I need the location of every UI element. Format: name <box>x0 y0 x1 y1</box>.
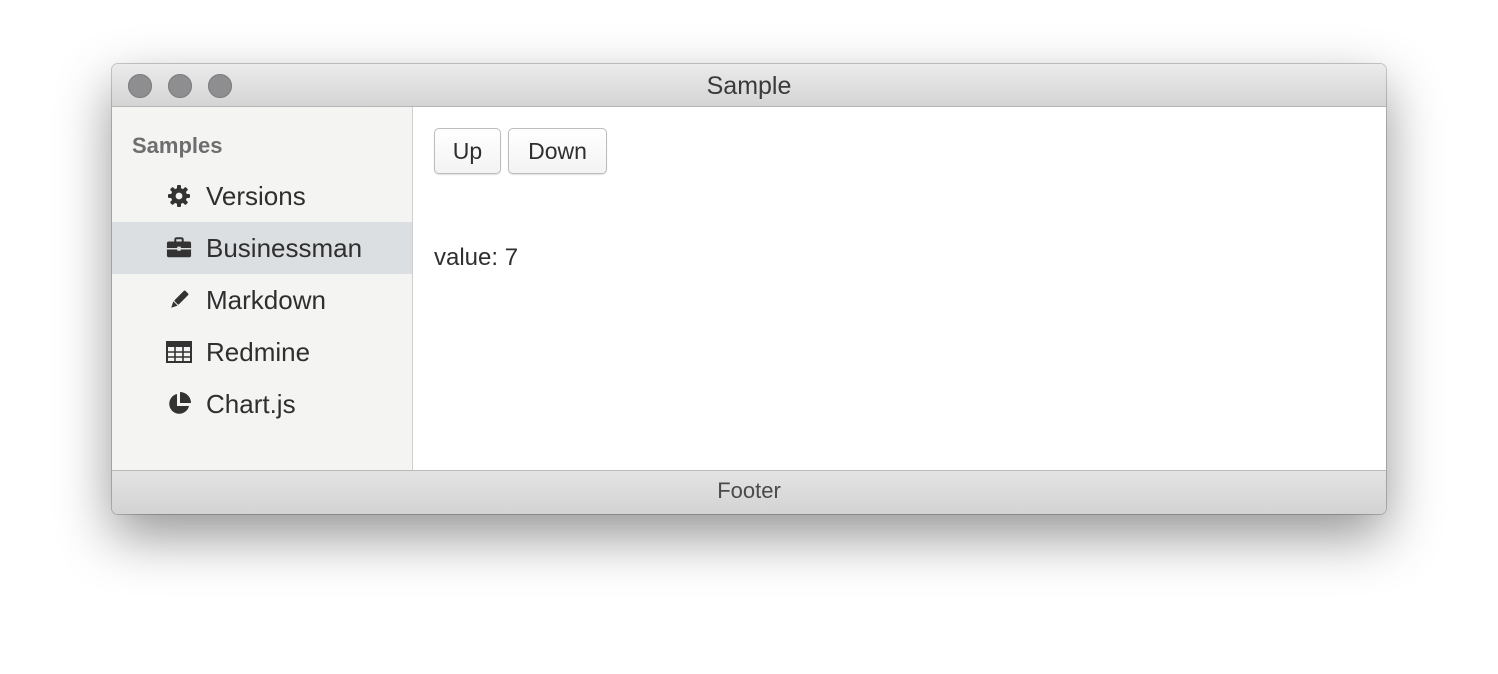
window-title: Sample <box>706 72 792 100</box>
sidebar-item-label: Versions <box>206 181 306 211</box>
sidebar-item-redmine[interactable]: Redmine <box>112 326 412 378</box>
down-button[interactable]: Down <box>508 128 607 174</box>
value-display: value: 7 <box>434 244 519 271</box>
sidebar-item-chartjs[interactable]: Chart.js <box>112 378 412 430</box>
pencil-icon <box>166 288 192 312</box>
sidebar-item-versions[interactable]: Versions <box>112 170 412 222</box>
title-bar[interactable]: Sample <box>112 64 1386 107</box>
briefcase-icon <box>166 236 192 260</box>
table-icon <box>166 340 192 364</box>
gear-icon <box>166 184 192 208</box>
sidebar-item-label: Chart.js <box>206 389 296 419</box>
sidebar-item-businessman[interactable]: Businessman <box>112 222 412 274</box>
sidebar-item-label: Markdown <box>206 285 326 315</box>
pie-chart-icon <box>166 392 192 416</box>
up-button[interactable]: Up <box>434 128 501 174</box>
sidebar-heading: Samples <box>132 133 223 158</box>
app-window: Sample Samples Versions Businessman Mark… <box>112 64 1386 514</box>
sidebar: Samples Versions Businessman Markdown Re… <box>112 107 413 470</box>
sidebar-item-label: Businessman <box>206 233 363 263</box>
footer: Footer <box>112 470 1386 514</box>
sidebar-item-label: Redmine <box>206 337 311 367</box>
sidebar-item-markdown[interactable]: Markdown <box>112 274 412 326</box>
main-content: Up Down value: 7 <box>413 107 1386 470</box>
